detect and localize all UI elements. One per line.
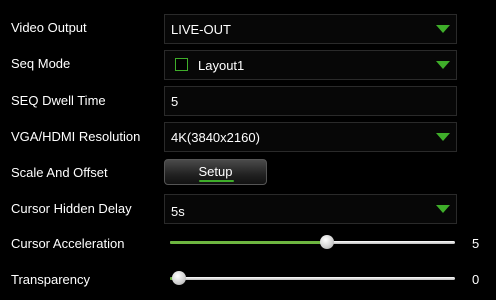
resolution-select[interactable]: 4K(3840x2160) xyxy=(164,122,457,152)
seq-mode-label: Seq Mode xyxy=(11,56,71,71)
video-output-label: Video Output xyxy=(11,20,87,35)
video-output-dropdown-button[interactable] xyxy=(430,15,456,43)
setup-button-accent xyxy=(199,180,234,182)
slider-thumb[interactable] xyxy=(319,235,334,249)
seq-dwell-time-value: 5 xyxy=(171,94,179,109)
scale-offset-label: Scale And Offset xyxy=(11,165,108,180)
seq-mode-dropdown-button[interactable] xyxy=(430,51,456,79)
cursor-hidden-delay-dropdown-button[interactable] xyxy=(430,195,456,223)
cursor-hidden-delay-value: 5s xyxy=(171,204,185,219)
cursor-acceleration-slider[interactable] xyxy=(170,235,455,249)
chevron-down-icon xyxy=(436,61,450,69)
transparency-slider[interactable] xyxy=(170,271,455,285)
setup-button[interactable]: Setup xyxy=(164,159,267,185)
transparency-label: Transparency xyxy=(11,272,90,287)
seq-dwell-time-input[interactable]: 5 xyxy=(164,86,457,116)
resolution-value: 4K(3840x2160) xyxy=(171,130,260,145)
resolution-label: VGA/HDMI Resolution xyxy=(11,129,141,144)
chevron-down-icon xyxy=(436,25,450,33)
slider-track xyxy=(170,277,455,280)
video-output-select[interactable]: LIVE-OUT xyxy=(164,14,457,44)
cursor-hidden-delay-label: Cursor Hidden Delay xyxy=(11,201,132,216)
chevron-down-icon xyxy=(436,205,450,213)
seq-mode-select[interactable]: Layout1 xyxy=(164,50,457,80)
resolution-dropdown-button[interactable] xyxy=(430,123,456,151)
slider-fill xyxy=(170,241,327,244)
setup-button-label: Setup xyxy=(198,164,233,179)
slider-thumb[interactable] xyxy=(171,271,186,285)
cursor-hidden-delay-select[interactable]: 5s xyxy=(164,194,457,224)
seq-mode-value: Layout1 xyxy=(198,58,245,73)
chevron-down-icon xyxy=(436,133,450,141)
video-output-value: LIVE-OUT xyxy=(171,22,231,37)
cursor-acceleration-label: Cursor Acceleration xyxy=(11,236,125,251)
seq-mode-checkbox[interactable] xyxy=(175,58,188,71)
seq-dwell-time-label: SEQ Dwell Time xyxy=(11,93,106,108)
transparency-value: 0 xyxy=(472,272,480,287)
cursor-acceleration-value: 5 xyxy=(472,236,480,251)
